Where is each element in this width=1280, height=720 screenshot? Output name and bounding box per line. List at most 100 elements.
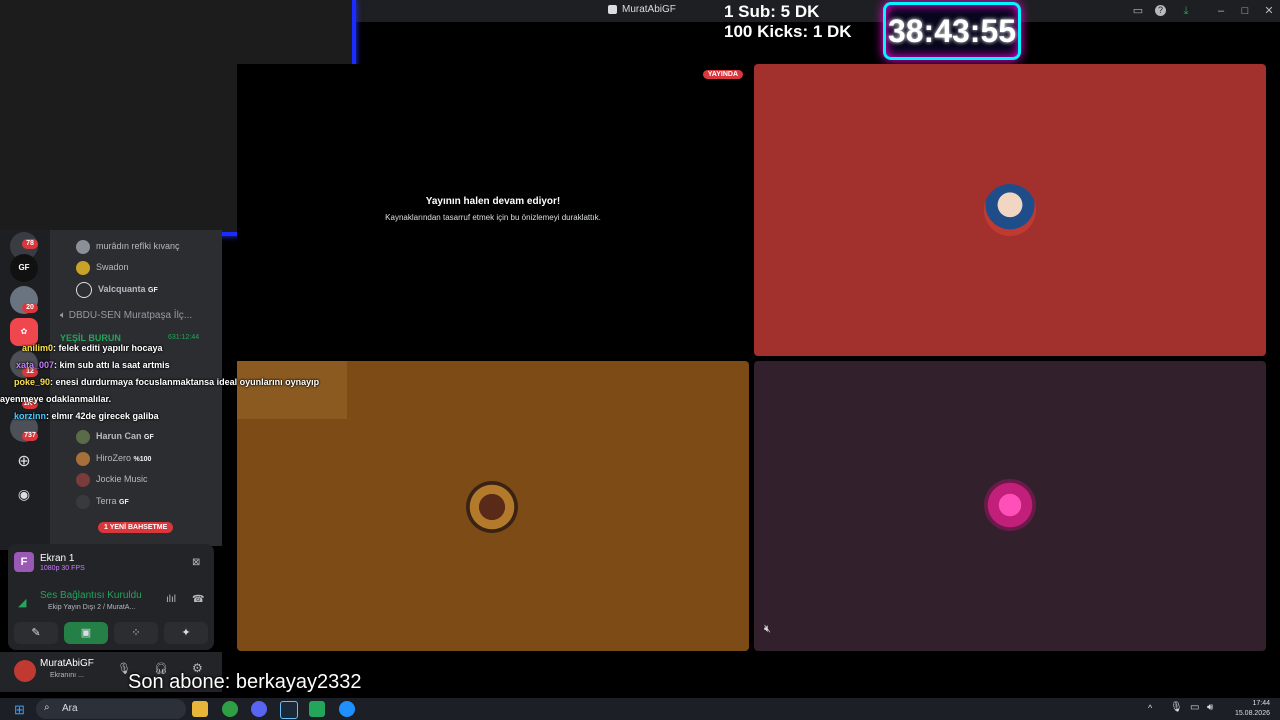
- connection-channel: Ekip Yayın Dışı 2 / MuratA...: [48, 604, 136, 611]
- chat-message: poke_90: enesi durdurmaya focuslanmaktan…: [0, 374, 340, 391]
- chat-text: : enesi durdurmaya focuslanmaktansa idea…: [50, 377, 320, 387]
- avatar: [76, 260, 90, 275]
- search-icon: ⌕: [44, 702, 50, 713]
- chat-text: : elmır 42de girecek galiba: [46, 411, 159, 421]
- connection-icon: ◢: [18, 597, 27, 609]
- window-title: MuratAbiGF: [622, 4, 676, 15]
- chat-message: ayenmeye odaklanmalılar.: [0, 391, 340, 408]
- taskbar-search[interactable]: ⌕ Ara: [36, 699, 186, 719]
- live-badge: YAYINDA: [702, 70, 743, 79]
- chat-message: anilim0: felek editi yapılır hocaya: [0, 340, 340, 357]
- clock-time: 17:44: [1252, 700, 1270, 707]
- tray-mic-icon[interactable]: 🎙︎: [1170, 702, 1183, 713]
- chat-user: poke_90: [14, 377, 51, 387]
- screen-quality: 1080p 30 FPS: [40, 565, 85, 572]
- soundboard-icon[interactable]: ılıl: [166, 594, 176, 605]
- windows-taskbar: ⊞ ⌕ Ara ^ 🎙︎ ▭ 🔊︎ 17:44 15.08.2026: [0, 698, 1280, 720]
- chat-overlay: anilim0: felek editi yapılır hocaya xata…: [0, 340, 340, 425]
- new-mention-pill[interactable]: 1 YENİ BAHSETME: [98, 522, 174, 533]
- camera-toggle-button[interactable]: ✎: [14, 622, 58, 644]
- participant-avatar: [466, 481, 518, 533]
- member-name: murâdın refîki kıvanç: [96, 241, 180, 251]
- chrome-icon[interactable]: [222, 701, 238, 717]
- participant-avatar: [984, 479, 1036, 531]
- maximize-icon[interactable]: □: [1238, 4, 1252, 18]
- participant-tile[interactable]: 🔇︎: [754, 361, 1266, 651]
- avatar[interactable]: [14, 660, 36, 682]
- paused-stream-tile[interactable]: YAYINDA Yayının halen devam ediyor! Kayn…: [237, 64, 749, 356]
- app-icon[interactable]: [309, 701, 325, 717]
- connection-status: Ses Bağlantısı Kuruldu: [40, 590, 142, 601]
- member-tag: GF: [119, 499, 129, 506]
- last-subscriber-text: Son abone: berkayay2332: [128, 671, 362, 693]
- voice-member[interactable]: Terra GF: [76, 491, 129, 511]
- sub-counter: 1 Sub: 5 DK: [724, 2, 820, 21]
- activities-button[interactable]: ⁘: [114, 622, 158, 644]
- voice-member[interactable]: Swadon: [76, 257, 129, 277]
- start-icon[interactable]: ⊞: [14, 702, 25, 718]
- voice-channel-item[interactable]: 🔈︎ DBDU-SEN Muratpaşa İlç...: [60, 306, 192, 326]
- avatar: [76, 472, 90, 487]
- steam-icon[interactable]: [280, 701, 298, 719]
- voice-member[interactable]: murâdın refîki kıvanç: [76, 236, 180, 256]
- chat-message: xata_007: kim sub attı la saat artmis: [0, 357, 340, 374]
- user-status: Ekranını ...: [50, 672, 84, 679]
- download-icon[interactable]: ⤓: [1179, 4, 1193, 18]
- member-name: Terra: [96, 496, 117, 506]
- server-icon[interactable]: GF: [10, 254, 38, 282]
- soundboard-button[interactable]: ✦: [164, 622, 208, 644]
- minimize-icon[interactable]: –: [1214, 4, 1228, 18]
- avatar: [76, 429, 90, 444]
- avatar: [76, 451, 90, 466]
- avatar: [76, 281, 92, 298]
- unread-badge: 78: [22, 239, 38, 249]
- voice-member[interactable]: HiroZero %100: [76, 448, 151, 468]
- speaker-icon: 🔈︎: [60, 310, 69, 321]
- voice-member[interactable]: Valcquanta GF: [76, 279, 158, 299]
- chat-user: xata_007: [16, 360, 55, 370]
- volume-icon[interactable]: 🔊︎: [1207, 702, 1213, 713]
- help-icon[interactable]: ?: [1155, 5, 1166, 16]
- paused-subtitle: Kaynaklarından tasarruf etmek için bu ön…: [385, 213, 601, 222]
- paused-title: Yayının halen devam ediyor!: [425, 196, 561, 207]
- chat-user: korzinn: [14, 411, 47, 421]
- file-explorer-icon[interactable]: [192, 701, 208, 717]
- member-name: HiroZero: [96, 453, 132, 463]
- member-name: Jockie Music: [96, 474, 148, 484]
- voice-connection-panel: F Ekran 1 1080p 30 FPS ⊠ ◢ Ses Bağlantıs…: [8, 544, 214, 650]
- disconnect-icon[interactable]: ☎: [192, 594, 204, 605]
- search-placeholder: Ara: [62, 703, 78, 714]
- sub-kick-counters: 1 Sub: 5 DK 100 Kicks: 1 DK: [724, 2, 852, 42]
- member-tag: %100: [133, 456, 152, 463]
- chat-text: : kim sub attı la saat artmis: [54, 360, 170, 370]
- network-icon[interactable]: ▭: [1190, 702, 1199, 713]
- clock-date: 15.08.2026: [1234, 710, 1270, 717]
- avatar: [76, 494, 90, 509]
- member-name: Valcquanta: [98, 284, 146, 294]
- avatar: [76, 239, 90, 254]
- discover-icon[interactable]: ◉: [10, 480, 38, 508]
- screen-share-button[interactable]: ▣: [64, 622, 108, 644]
- voice-member[interactable]: Harun Can GF: [76, 426, 154, 446]
- member-tag: GF: [144, 434, 154, 441]
- chat-message: korzinn: elmır 42de girecek galiba: [0, 408, 340, 425]
- discord-taskbar-icon[interactable]: [251, 701, 267, 717]
- unread-badge: 737: [22, 431, 38, 441]
- voice-member[interactable]: Jockie Music: [76, 469, 148, 489]
- chat-user: anilim0: [22, 343, 54, 353]
- chat-text: ayenmeye odaklanmalılar.: [0, 394, 112, 404]
- user-name: MuratAbiGF: [40, 658, 94, 669]
- edge-icon[interactable]: [339, 701, 355, 717]
- tray-chevron-icon[interactable]: ^: [1148, 703, 1152, 713]
- muted-icon: 🔇︎: [764, 623, 771, 635]
- member-tag: GF: [148, 287, 158, 294]
- unread-badge: 20: [22, 303, 38, 313]
- add-server-icon[interactable]: ⊕: [10, 448, 38, 476]
- member-name: Harun Can: [96, 431, 142, 441]
- screen-title: Ekran 1: [40, 553, 75, 564]
- close-icon[interactable]: ✕: [1262, 4, 1276, 18]
- stop-stream-icon[interactable]: ⊠: [192, 557, 200, 568]
- member-name: Swadon: [96, 262, 129, 272]
- participant-tile[interactable]: [754, 64, 1266, 356]
- inbox-icon[interactable]: ▭: [1131, 4, 1145, 18]
